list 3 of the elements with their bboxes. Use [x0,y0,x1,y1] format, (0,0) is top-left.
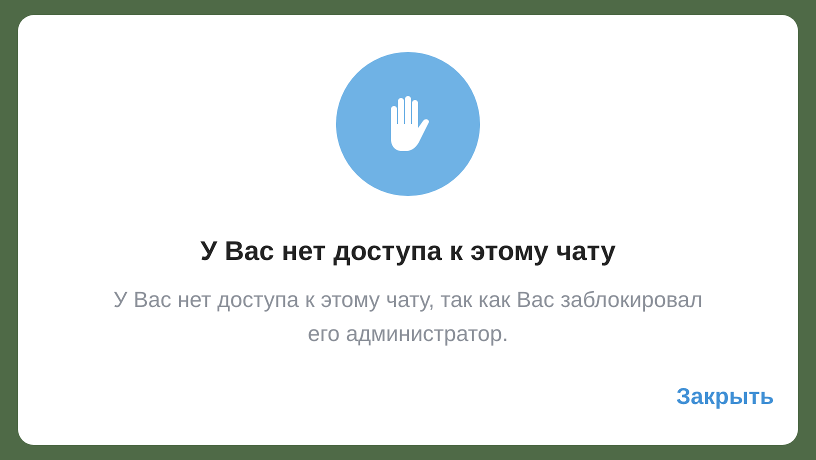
close-button[interactable]: Закрыть [664,370,786,421]
dialog-message: У Вас нет доступа к этому чату, так как Вас заблокировал его администратор. [112,286,704,348]
dialog-title: У Вас нет доступа к этому чату [200,238,616,265]
